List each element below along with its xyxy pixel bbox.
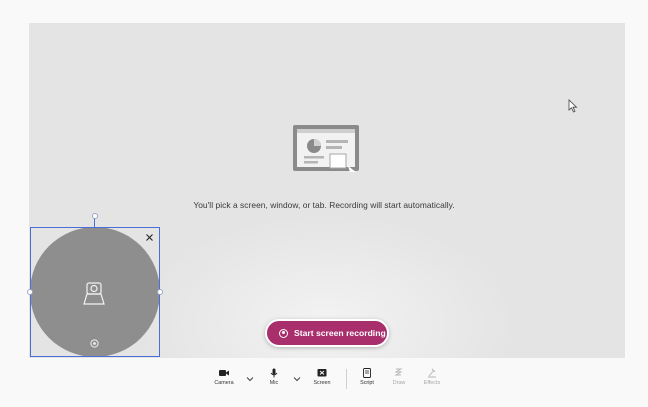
close-camera-icon[interactable] (145, 233, 154, 242)
start-recording-button[interactable]: Start screen recording (265, 319, 389, 347)
screen-share-illustration-icon (293, 125, 359, 172)
effects-icon (428, 368, 436, 378)
effects-label: Effects (423, 380, 441, 386)
draw-label: Draw (392, 380, 406, 386)
mic-options-chevron-icon[interactable] (293, 376, 301, 382)
effects-button[interactable]: Effects (417, 368, 447, 392)
start-recording-label: Start screen recording (294, 328, 386, 338)
script-label: Script (360, 380, 374, 386)
screen-label: Screen (313, 380, 331, 386)
record-icon (279, 328, 288, 338)
camera-label: Camera (214, 380, 234, 386)
screen-toggle-button[interactable]: Screen (307, 368, 337, 392)
draw-icon (394, 368, 403, 376)
screen-icon (317, 369, 327, 377)
resize-handle-right[interactable] (157, 289, 163, 295)
mouse-cursor-icon (568, 99, 578, 113)
toolbar-divider (346, 369, 347, 389)
mic-label: Mic (269, 380, 279, 386)
rotate-handle[interactable] (92, 213, 98, 219)
mic-toggle-button[interactable]: Mic (259, 368, 289, 392)
screen-pick-hint: You'll pick a screen, window, or tab. Re… (193, 200, 455, 210)
camera-icon (219, 370, 229, 376)
script-button[interactable]: Script (352, 368, 382, 392)
draw-button[interactable]: Draw (384, 368, 414, 392)
camera-toggle-button[interactable]: Camera (209, 368, 239, 392)
script-icon (363, 368, 371, 378)
resize-handle-left[interactable] (27, 289, 33, 295)
camera-options-chevron-icon[interactable] (246, 376, 254, 382)
camera-switch-icon[interactable] (90, 339, 99, 348)
mic-icon (270, 368, 278, 378)
webcam-icon (83, 282, 105, 305)
